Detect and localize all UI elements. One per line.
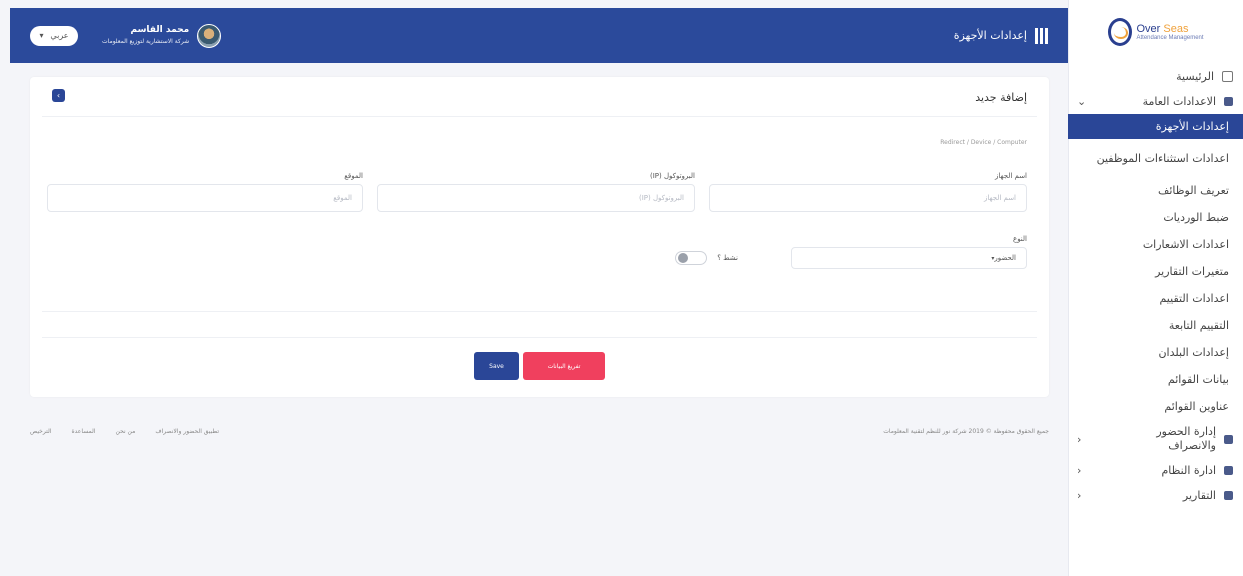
footer-links: تطبيق الحضور والانصراف من نحن المساعدة ا… [30, 428, 219, 435]
active-toggle-group: نشط ؟ [675, 251, 738, 265]
footer-link[interactable]: الترخيص [30, 428, 52, 435]
copyright-text: جميع الحقوق محفوظة © 2019 شركة نور للنظم… [883, 428, 1049, 435]
toggle-knob [678, 253, 689, 263]
footer: تطبيق الحضور والانصراف من نحن المساعدة ا… [30, 428, 1049, 435]
user-menu[interactable]: محمد القاسم شركة الاستشارية لتوزيع المعل… [102, 23, 222, 48]
sidebar: Over Seas Attendance Management الرئيسية… [1068, 0, 1243, 576]
ip-field: البروتوكول (IP) البروتوكول (IP) [377, 172, 695, 212]
device-name-label: اسم الجهاز [994, 172, 1027, 180]
sidebar-item-label: ادارة النظام [1161, 464, 1217, 477]
chevron-down-icon: ▾ [991, 254, 995, 262]
sidebar-menu: الرئيسية الاعدادات العامة ⌄ إعدادات الأج… [1068, 64, 1243, 508]
logo-title-part1: Over [1136, 23, 1161, 35]
breadcrumb: Redirect / Device / Computer [940, 139, 1027, 146]
footer-link[interactable]: المساعدة [72, 428, 96, 435]
system-icon [1224, 466, 1233, 475]
add-device-card: إضافة جديد › Redirect / Device / Compute… [30, 77, 1049, 397]
logo-mark-icon [1108, 18, 1133, 46]
sidebar-subitem-employee-exceptions[interactable]: اعدادات استثناءات الموظفين [1069, 139, 1243, 177]
logo[interactable]: Over Seas Attendance Management [1069, 0, 1243, 64]
user-name: محمد القاسم [130, 24, 190, 35]
avatar[interactable] [197, 23, 222, 48]
ip-label: البروتوكول (IP) [649, 172, 695, 180]
language-label: عربي [50, 31, 69, 40]
sidebar-subitem-sub-evaluation[interactable]: التقييم التابعة [1069, 312, 1243, 339]
footer-link[interactable]: من نحن [116, 428, 136, 435]
type-select[interactable]: الحضور ▾ [791, 247, 1027, 269]
menu-toggle-icon[interactable] [1035, 27, 1048, 44]
ip-placeholder: البروتوكول (IP) [638, 194, 684, 202]
sidebar-subitem-list-titles[interactable]: عناوين القوائم [1069, 393, 1243, 420]
device-name-input[interactable]: اسم الجهاز [709, 184, 1027, 212]
chevron-left-icon: ‹ [1077, 432, 1082, 446]
user-role: شركة الاستشارية لتوزيع المعلومات [102, 37, 190, 45]
form-actions: تفريغ البيانات Save [30, 352, 1049, 380]
type-value: الحضور [994, 254, 1016, 262]
logo-subtitle: Attendance Management [1136, 35, 1204, 41]
sidebar-item-label: الرئيسية [1176, 70, 1214, 83]
sidebar-item-home[interactable]: الرئيسية [1069, 64, 1243, 89]
sidebar-item-label: إدارة الحضور والانصراف [1156, 425, 1216, 452]
sidebar-item-system[interactable]: ادارة النظام ‹ [1069, 458, 1243, 483]
sidebar-subitem-evaluation-settings[interactable]: اعدادات التقييم [1069, 285, 1243, 312]
sidebar-item-reports[interactable]: التقارير ‹ [1069, 483, 1243, 508]
divider [42, 337, 1037, 338]
divider [42, 311, 1037, 312]
active-toggle[interactable] [675, 251, 708, 265]
sidebar-subitem-list-data[interactable]: بيانات القوائم [1069, 366, 1243, 393]
type-label: النوع [1013, 235, 1027, 243]
sidebar-subitem-notifications[interactable]: اعدادات الاشعارات [1069, 231, 1243, 258]
sidebar-subitem-report-variables[interactable]: متغيرات التقارير [1069, 258, 1243, 285]
reports-icon [1224, 491, 1233, 500]
card-title: إضافة جديد [975, 91, 1027, 104]
footer-link[interactable]: تطبيق الحضور والانصراف [155, 428, 219, 435]
language-select[interactable]: ▾ عربي [30, 25, 78, 46]
sidebar-subitem-job-definitions[interactable]: تعريف الوظائف [1069, 177, 1243, 204]
clear-button[interactable]: تفريغ البيانات [523, 352, 605, 380]
active-label: نشط ؟ [717, 254, 738, 262]
attendance-icon [1224, 434, 1233, 444]
chevron-down-icon: ▾ [39, 31, 44, 40]
device-name-field: اسم الجهاز اسم الجهاز [709, 172, 1027, 212]
sidebar-subitem-shifts[interactable]: ضبط الورديات [1069, 204, 1243, 231]
topbar: إعدادات الأجهزة ▾ عربي محمد القاسم شركة … [10, 8, 1068, 63]
settings-icon [1224, 97, 1233, 106]
back-button[interactable]: › [52, 89, 65, 102]
sidebar-item-general-settings[interactable]: الاعدادات العامة ⌄ [1069, 89, 1243, 114]
location-field: الموقع الموقع [47, 172, 363, 212]
device-name-placeholder: اسم الجهاز [983, 194, 1016, 202]
location-label: الموقع [344, 172, 363, 180]
chevron-left-icon: ‹ [1077, 489, 1082, 502]
location-input[interactable]: الموقع [47, 184, 363, 212]
save-button[interactable]: Save [474, 352, 519, 380]
sidebar-subitem-device-settings[interactable]: إعدادات الأجهزة [1068, 114, 1243, 139]
chevron-down-icon: ⌄ [1077, 95, 1087, 108]
location-placeholder: الموقع [333, 194, 352, 202]
sidebar-item-label: التقارير [1182, 489, 1216, 502]
sidebar-item-attendance[interactable]: إدارة الحضور والانصراف ‹ [1069, 420, 1243, 458]
page-title: إعدادات الأجهزة [953, 29, 1027, 42]
sidebar-item-label: الاعدادات العامة [1142, 95, 1216, 108]
sidebar-subitem-countries[interactable]: إعدادات البلدان [1069, 339, 1243, 366]
card-header: إضافة جديد › [42, 77, 1037, 117]
logo-title-part2: Seas [1163, 23, 1189, 35]
ip-input[interactable]: البروتوكول (IP) [377, 184, 695, 212]
type-field: النوع الحضور ▾ [791, 235, 1027, 269]
home-icon [1222, 71, 1233, 82]
chevron-left-icon: ‹ [1077, 464, 1082, 477]
